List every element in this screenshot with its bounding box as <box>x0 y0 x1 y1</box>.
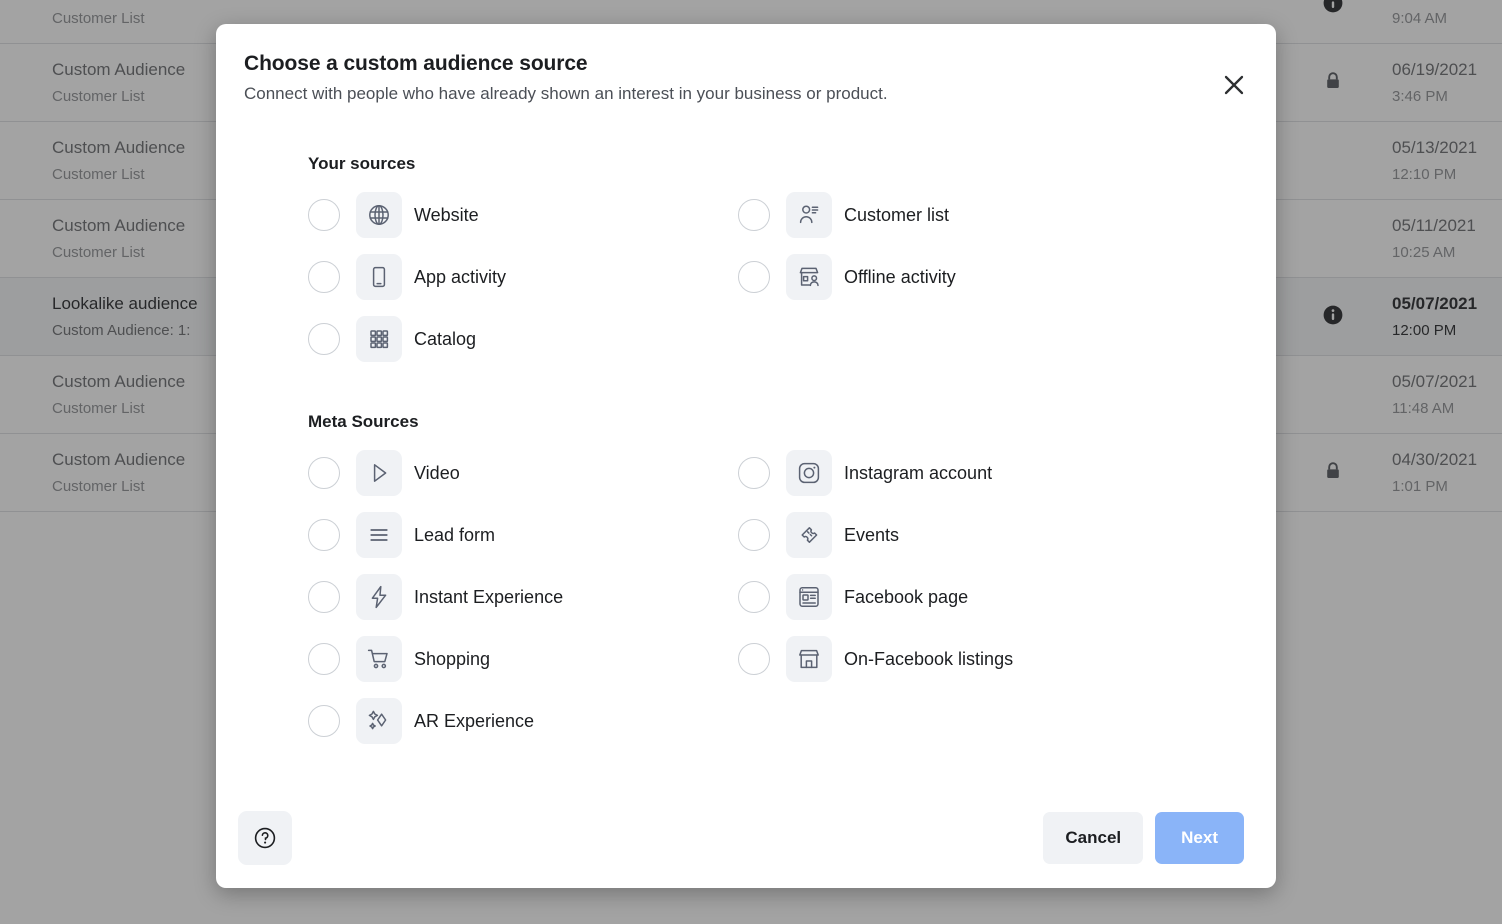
source-option-label: AR Experience <box>414 710 535 731</box>
source-icon-tile <box>356 450 402 496</box>
source-section: Meta Sources Video Instagram account Lead f… <box>308 412 1206 752</box>
ar-sparkles-icon <box>366 708 392 734</box>
radio-button[interactable] <box>308 199 340 231</box>
source-icon-tile <box>356 254 402 300</box>
source-option-label: Customer list <box>844 204 950 225</box>
next-button[interactable]: Next <box>1155 812 1244 864</box>
source-grid: Video Instagram account Lead form Events Ins… <box>308 442 1206 752</box>
source-option-video[interactable]: Video <box>308 442 738 504</box>
radio-button[interactable] <box>738 457 770 489</box>
facebook-page-icon <box>796 584 822 610</box>
source-option-offline-activity[interactable]: Offline activity <box>738 246 1168 308</box>
source-option-catalog[interactable]: Catalog <box>308 308 738 370</box>
dialog-header: Choose a custom audience source Connect … <box>216 24 1276 108</box>
custom-audience-source-dialog: Choose a custom audience source Connect … <box>216 24 1276 888</box>
source-option-website[interactable]: Website <box>308 184 738 246</box>
source-icon-tile <box>786 254 832 300</box>
source-option-label: Shopping <box>414 648 491 669</box>
help-button[interactable] <box>238 811 292 865</box>
dialog-body: Your sources Website Customer list App acti… <box>216 108 1276 788</box>
source-option-facebook-page[interactable]: Facebook page <box>738 566 1168 628</box>
footer-actions: Cancel Next <box>1043 812 1244 864</box>
source-option-on-facebook-listings[interactable]: On-Facebook listings <box>738 628 1168 690</box>
source-icon-tile <box>786 574 832 620</box>
storefront-person-icon <box>796 264 822 290</box>
source-icon-tile <box>786 450 832 496</box>
source-option-label: Offline activity <box>844 266 956 287</box>
radio-button[interactable] <box>308 581 340 613</box>
section-title: Your sources <box>308 154 416 173</box>
radio-button[interactable] <box>738 261 770 293</box>
source-option-shopping[interactable]: Shopping <box>308 628 738 690</box>
source-icon-tile <box>356 574 402 620</box>
source-option-label: On-Facebook listings <box>844 648 1014 669</box>
source-option-label: Instagram account <box>844 462 993 483</box>
radio-button[interactable] <box>738 519 770 551</box>
close-icon <box>1223 74 1245 96</box>
source-option-label: Lead form <box>414 524 496 545</box>
dialog-subtitle: Connect with people who have already sho… <box>244 84 888 103</box>
question-circle-icon <box>253 826 277 850</box>
source-grid: Website Customer list App activity Offline … <box>308 184 1206 370</box>
section-title: Meta Sources <box>308 412 419 431</box>
source-option-lead-form[interactable]: Lead form <box>308 504 738 566</box>
source-icon-tile <box>356 192 402 238</box>
source-option-label: Catalog <box>414 328 477 349</box>
globe-icon <box>366 202 392 228</box>
source-icon-tile <box>356 636 402 682</box>
close-button[interactable] <box>1218 69 1250 101</box>
source-icon-tile <box>356 512 402 558</box>
source-option-label: Video <box>414 462 460 483</box>
source-option-customer-list[interactable]: Customer list <box>738 184 1168 246</box>
radio-button[interactable] <box>308 323 340 355</box>
source-option-instagram-account[interactable]: Instagram account <box>738 442 1168 504</box>
grid-catalog-icon <box>366 326 392 352</box>
cancel-button[interactable]: Cancel <box>1043 812 1144 864</box>
source-option-instant-experience[interactable]: Instant Experience <box>308 566 738 628</box>
play-triangle-icon <box>366 460 392 486</box>
source-option-label: Instant Experience <box>414 586 564 607</box>
radio-button[interactable] <box>308 705 340 737</box>
storefront-icon <box>796 646 822 672</box>
radio-button[interactable] <box>308 519 340 551</box>
radio-button[interactable] <box>308 457 340 489</box>
dialog-title: Choose a custom audience source <box>244 52 588 75</box>
source-option-app-activity[interactable]: App activity <box>308 246 738 308</box>
ticket-icon <box>796 522 822 548</box>
source-icon-tile <box>786 512 832 558</box>
source-option-ar-experience[interactable]: AR Experience <box>308 690 738 752</box>
source-option-label: Events <box>844 524 900 545</box>
source-option-events[interactable]: Events <box>738 504 1168 566</box>
lightning-bolt-icon <box>366 584 392 610</box>
source-icon-tile <box>786 192 832 238</box>
radio-button[interactable] <box>738 581 770 613</box>
source-icon-tile <box>786 636 832 682</box>
instagram-icon <box>796 460 822 486</box>
radio-button[interactable] <box>308 261 340 293</box>
source-option-label: Facebook page <box>844 586 969 607</box>
source-section: Your sources Website Customer list App acti… <box>308 154 1206 370</box>
mobile-phone-icon <box>366 264 392 290</box>
source-option-label: App activity <box>414 266 507 287</box>
radio-button[interactable] <box>738 199 770 231</box>
source-option-label: Website <box>414 204 479 225</box>
person-list-icon <box>796 202 822 228</box>
radio-button[interactable] <box>308 643 340 675</box>
lead-form-lines-icon <box>366 522 392 548</box>
radio-button[interactable] <box>738 643 770 675</box>
source-icon-tile <box>356 316 402 362</box>
dialog-footer: Cancel Next <box>216 788 1276 888</box>
shopping-cart-icon <box>366 646 392 672</box>
source-icon-tile <box>356 698 402 744</box>
